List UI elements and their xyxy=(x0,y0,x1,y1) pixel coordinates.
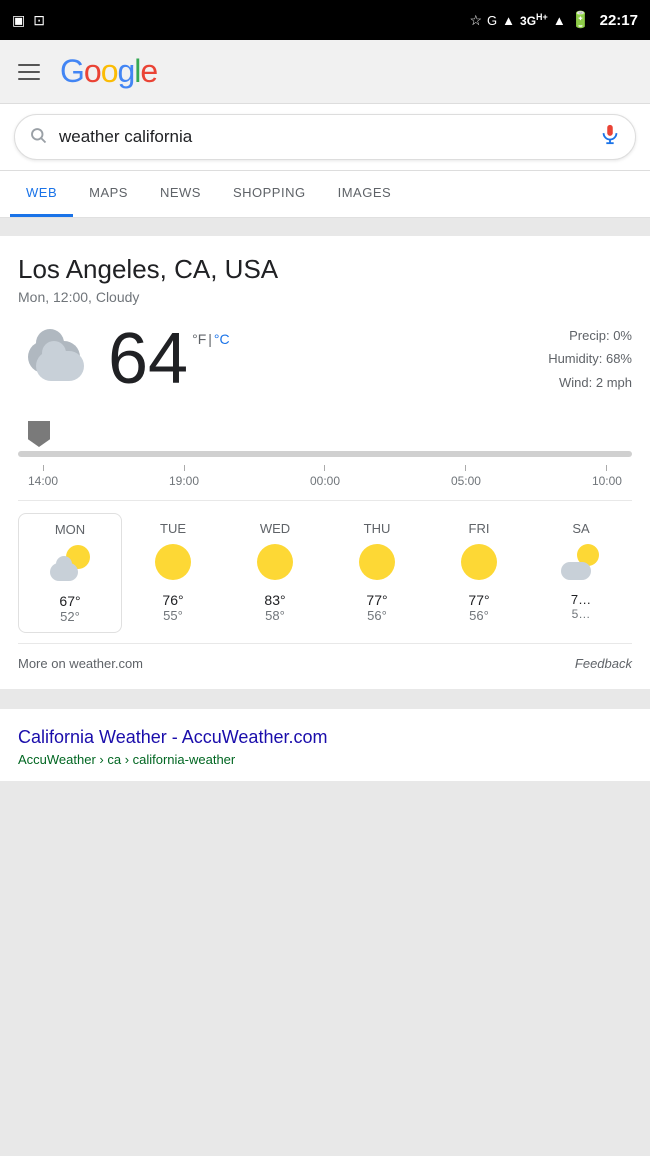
temperature-display: 64 °F | °C xyxy=(108,323,230,395)
tick-0000: 00:00 xyxy=(310,465,340,488)
tab-shopping[interactable]: SHOPPING xyxy=(217,171,322,217)
unit-fahrenheit[interactable]: °F xyxy=(192,331,206,347)
forecast-fri-high: 77° xyxy=(432,592,526,608)
forecast-mon-icon xyxy=(50,545,90,585)
forecast-thu: THU 77° 56° xyxy=(326,513,428,633)
forecast-tue-label: TUE xyxy=(126,521,220,536)
forecast-wed: WED 83° 58° xyxy=(224,513,326,633)
forecast-fri-icon xyxy=(459,544,499,584)
forecast-mon-label: MON xyxy=(23,522,117,537)
tick-1400: 14:00 xyxy=(28,465,58,488)
sun-wed xyxy=(257,544,293,580)
unit-celsius[interactable]: °C xyxy=(214,331,230,347)
sun-thu xyxy=(359,544,395,580)
forecast-thu-high: 77° xyxy=(330,592,424,608)
forecast-wed-label: WED xyxy=(228,521,322,536)
forecast-mon: MON 67° 52° xyxy=(18,513,122,633)
result-url: AccuWeather › ca › california-weather xyxy=(18,752,632,767)
screenshot-icon: ▣ xyxy=(12,12,25,29)
wind-value: Wind: 2 mph xyxy=(548,371,632,394)
status-bar: ▣ ⊡ ☆ G ▲ 3GH+ ▲ 🔋 22:17 xyxy=(0,0,650,40)
sun-fri xyxy=(461,544,497,580)
weather-location: Los Angeles, CA, USA xyxy=(18,254,632,285)
search-bar[interactable]: weather california xyxy=(14,114,636,160)
sun-tue xyxy=(155,544,191,580)
forecast-wed-low: 58° xyxy=(228,608,322,623)
forecast-sat-label: SA xyxy=(534,521,628,536)
logo-o1: o xyxy=(84,53,101,89)
network-label: 3GH+ xyxy=(520,12,548,28)
forecast-wed-icon xyxy=(255,544,295,584)
logo-e: e xyxy=(140,53,157,89)
timeline-ticks: 14:00 19:00 00:00 05:00 10:00 xyxy=(18,461,632,488)
forecast-mon-high: 67° xyxy=(23,593,117,609)
forecast-thu-icon xyxy=(357,544,397,584)
signal-icon-2: ▲ xyxy=(553,13,566,28)
forecast-thu-label: THU xyxy=(330,521,424,536)
current-weather-icon xyxy=(18,329,98,389)
tab-web[interactable]: WEB xyxy=(10,171,73,217)
tab-news[interactable]: NEWS xyxy=(144,171,217,217)
forecast-tue-low: 55° xyxy=(126,608,220,623)
precip-value: Precip: 0% xyxy=(548,324,632,347)
search-bar-container: weather california xyxy=(0,104,650,171)
weather-footer: More on weather.com Feedback xyxy=(18,643,632,675)
search-result-1: California Weather - AccuWeather.com Acc… xyxy=(0,709,650,781)
forecast-sat-low: 5… xyxy=(534,607,628,621)
star-icon: ☆ xyxy=(469,12,482,29)
current-weather: 64 °F | °C Precip: 0% Humidity: 68% Wind… xyxy=(18,323,632,395)
clock: 22:17 xyxy=(600,12,638,29)
forecast-thu-low: 56° xyxy=(330,608,424,623)
search-tabs: WEB MAPS NEWS SHOPPING IMAGES xyxy=(0,171,650,218)
weather-source[interactable]: More on weather.com xyxy=(18,656,143,671)
forecast-mon-low: 52° xyxy=(23,609,117,624)
top-bar: Google xyxy=(0,40,650,104)
divider-1 xyxy=(0,218,650,226)
search-icon xyxy=(29,126,47,149)
forecast-tue: TUE 76° 55° xyxy=(122,513,224,633)
weather-card: Los Angeles, CA, USA Mon, 12:00, Cloudy … xyxy=(0,236,650,689)
forecast-section: MON 67° 52° TUE 76° 55° WED xyxy=(18,500,632,633)
timeline-marker xyxy=(28,421,50,447)
tab-maps[interactable]: MAPS xyxy=(73,171,144,217)
forecast-tue-high: 76° xyxy=(126,592,220,608)
forecast-fri: FRI 77° 56° xyxy=(428,513,530,633)
battery-icon: 🔋 xyxy=(571,10,591,30)
logo-g2: g xyxy=(117,53,134,89)
humidity-value: Humidity: 68% xyxy=(548,347,632,370)
timeline-bar xyxy=(18,451,632,457)
forecast-tue-icon xyxy=(153,544,193,584)
result-title[interactable]: California Weather - AccuWeather.com xyxy=(18,727,632,748)
forecast-fri-low: 56° xyxy=(432,608,526,623)
pc-cloud xyxy=(50,563,78,581)
divider-2 xyxy=(0,699,650,707)
carrier-label: G xyxy=(487,13,497,28)
forecast-fri-label: FRI xyxy=(432,521,526,536)
forecast-sat-icon xyxy=(561,544,601,584)
temperature-value: 64 xyxy=(108,323,188,395)
tick-1900: 19:00 xyxy=(169,465,199,488)
temperature-units: °F | °C xyxy=(192,331,230,347)
tick-0500: 05:00 xyxy=(451,465,481,488)
signal-icon: ▲ xyxy=(502,13,515,28)
weather-details: Precip: 0% Humidity: 68% Wind: 2 mph xyxy=(548,324,632,394)
weather-datetime: Mon, 12:00, Cloudy xyxy=(18,289,632,305)
logo-g: G xyxy=(60,53,84,89)
forecast-wed-high: 83° xyxy=(228,592,322,608)
google-logo: Google xyxy=(60,53,157,90)
cast-icon: ⊡ xyxy=(33,12,45,29)
menu-button[interactable] xyxy=(18,64,40,80)
timeline-section: 14:00 19:00 00:00 05:00 10:00 xyxy=(18,413,632,500)
search-input[interactable]: weather california xyxy=(59,127,599,147)
logo-o2: o xyxy=(101,53,118,89)
tab-images[interactable]: IMAGES xyxy=(322,171,408,217)
microphone-icon[interactable] xyxy=(599,123,621,151)
cloud-front xyxy=(36,351,84,381)
tick-1000: 10:00 xyxy=(592,465,622,488)
forecast-sat-high: 7… xyxy=(534,592,628,607)
forecast-sat: SA 7… 5… xyxy=(530,513,632,633)
ps-cloud xyxy=(561,562,591,580)
feedback-link[interactable]: Feedback xyxy=(575,656,632,671)
unit-separator: | xyxy=(208,331,212,347)
